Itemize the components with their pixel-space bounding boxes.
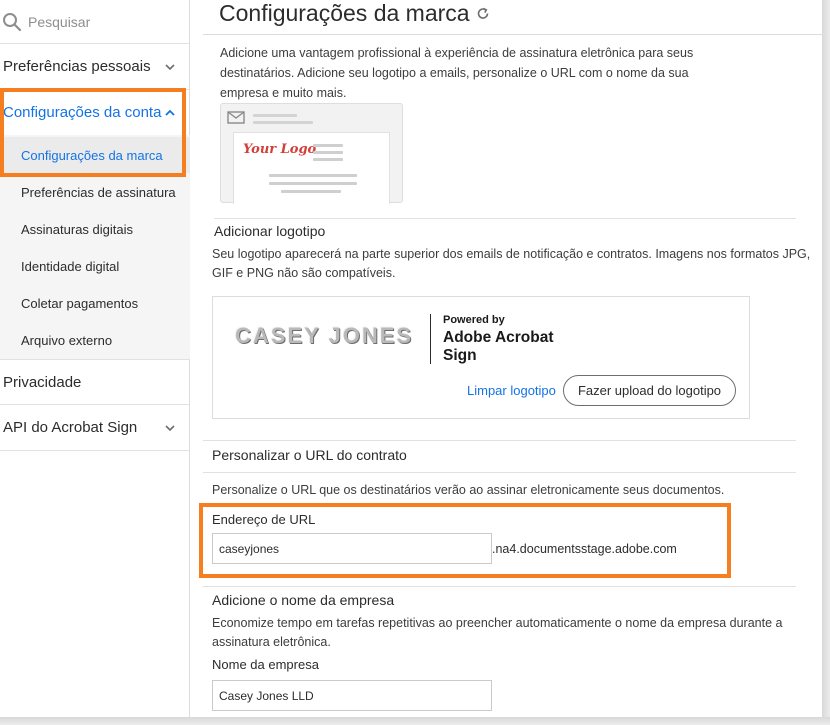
divider	[203, 34, 822, 35]
sidebar-item-personal-preferences[interactable]: Preferências pessoais	[0, 44, 190, 90]
search-icon	[3, 12, 22, 31]
sidebar-subitem-signature-preferences[interactable]: Preferências de assinatura	[0, 174, 190, 210]
refresh-icon[interactable]	[476, 7, 490, 21]
placeholder-line	[313, 151, 343, 154]
frame-edge	[0, 717, 830, 725]
placeholder-line	[269, 174, 357, 177]
company-logo: CASEY JONES	[235, 323, 414, 348]
divider	[203, 472, 796, 473]
divider	[203, 586, 796, 587]
sidebar-subitem-label: Identidade digital	[21, 258, 120, 274]
clear-logo-link[interactable]: Limpar logotipo	[467, 383, 556, 398]
sidebar-subitem-label: Arquivo externo	[21, 332, 113, 348]
placeholder-line	[253, 114, 297, 117]
sidebar-subitem-label: Preferências de assinatura	[21, 184, 176, 200]
company-field-label: Nome da empresa	[212, 657, 319, 672]
company-section-heading: Adicione o nome da empresa	[212, 592, 395, 608]
sidebar-subitem-external-archive[interactable]: Arquivo externo	[0, 322, 190, 358]
sidebar-subitem-digital-identity[interactable]: Identidade digital	[0, 248, 190, 284]
main-content: Configurações da marca Adicione uma vant…	[191, 0, 822, 717]
chevron-down-icon	[165, 424, 175, 431]
placeholder-line	[313, 144, 343, 147]
logo-panel: CASEY JONES Powered by Adobe Acrobat Sig…	[212, 296, 750, 419]
url-section-heading: Personalizar o URL do contrato	[212, 447, 407, 463]
sidebar-item-label: Preferências pessoais	[3, 58, 151, 75]
preview-logo: Your Logo	[243, 142, 317, 157]
divider	[214, 218, 796, 219]
email-preview-illustration: Your Logo	[220, 103, 403, 204]
url-section-description: Personalize o URL que os destinatários v…	[212, 483, 725, 497]
sidebar-item-label: Privacidade	[3, 373, 82, 391]
sidebar-subitem-label: Assinaturas digitais	[21, 221, 133, 237]
company-section-description: Economize tempo em tarefas repetitivas a…	[212, 616, 783, 649]
mail-icon	[227, 111, 245, 124]
placeholder-line	[313, 158, 343, 161]
divider	[203, 440, 796, 441]
divider	[430, 314, 431, 364]
adobe-acrobat-sign-logo: Adobe Acrobat Sign	[443, 329, 554, 364]
sidebar-item-privacy[interactable]: Privacidade	[0, 360, 190, 405]
upload-logo-button[interactable]: Fazer upload do logotipo	[563, 375, 736, 406]
page-title: Configurações da marca	[219, 0, 490, 27]
powered-by-label: Powered by	[443, 314, 505, 326]
placeholder-line	[281, 190, 341, 193]
logo-section-description: Seu logotipo aparecerá na parte superior…	[212, 247, 811, 280]
highlight-box	[0, 88, 186, 177]
highlight-box	[199, 503, 731, 578]
frame-edge	[822, 0, 830, 725]
page-title-text: Configurações da marca	[219, 0, 470, 26]
sidebar-subitem-label: Coletar pagamentos	[21, 295, 139, 311]
chevron-down-icon	[165, 63, 175, 70]
placeholder-line	[269, 182, 357, 185]
company-name-input[interactable]	[212, 680, 492, 711]
sidebar-item-acrobat-sign-api[interactable]: API do Acrobat Sign	[0, 405, 190, 451]
sidebar-subitem-collect-payments[interactable]: Coletar pagamentos	[0, 285, 190, 321]
sidebar-subitem-digital-signatures[interactable]: Assinaturas digitais	[0, 211, 190, 247]
placeholder-line	[253, 121, 313, 124]
intro-text: Adicione uma vantagem profissional à exp…	[220, 46, 694, 100]
search-input[interactable]: Pesquisar	[28, 14, 90, 30]
search-bar[interactable]: Pesquisar	[0, 0, 190, 44]
sidebar-item-label: API do Acrobat Sign	[3, 419, 138, 436]
logo-section-heading: Adicionar logotipo	[214, 223, 326, 239]
